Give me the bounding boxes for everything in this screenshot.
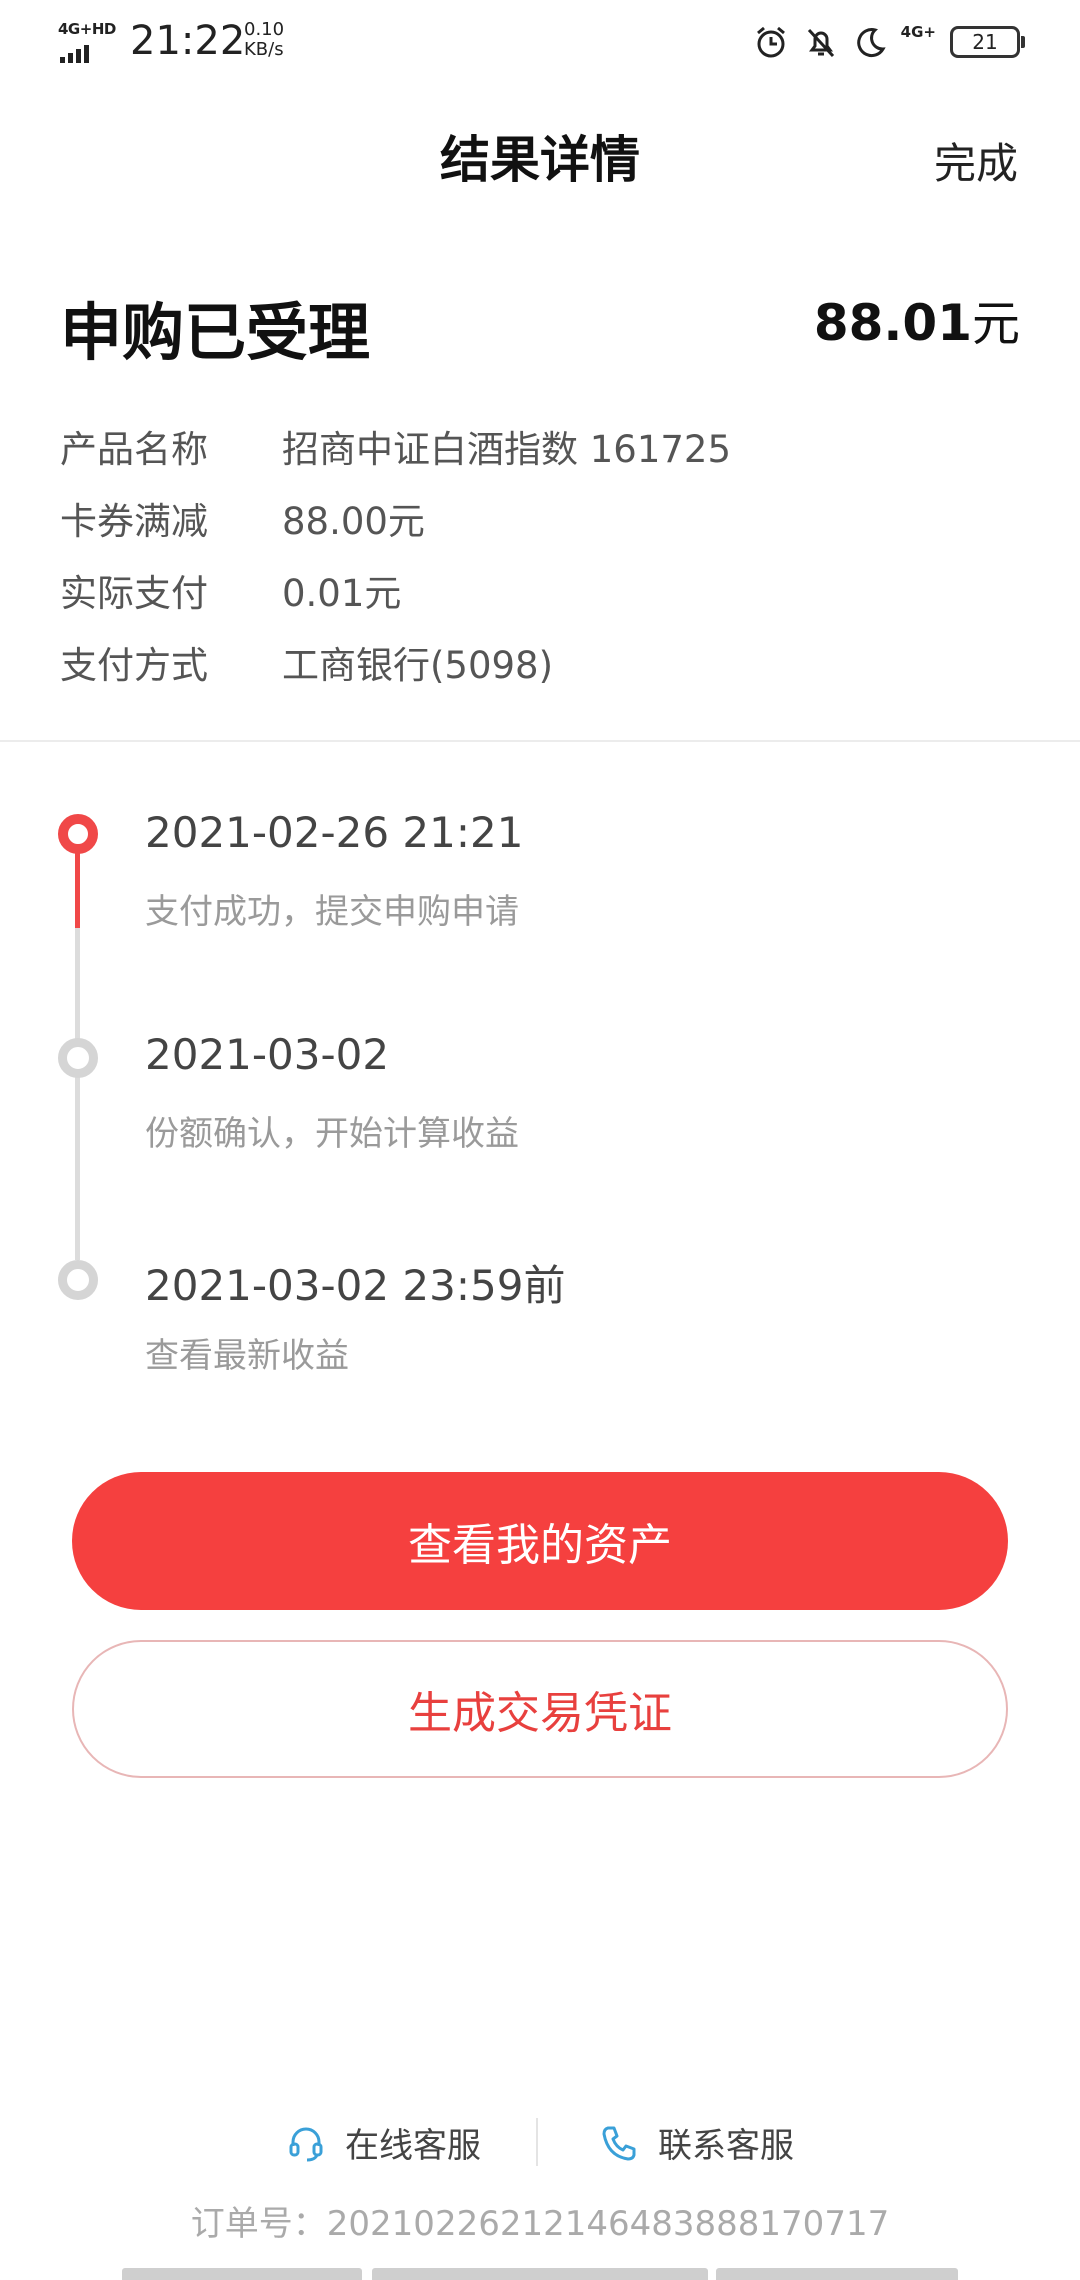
online-service-label: 在线客服 [345, 2126, 481, 2166]
amount-unit: 元 [971, 296, 1020, 352]
network-type: 4G+HD [58, 20, 116, 38]
status-time: 21:22 [130, 18, 246, 64]
order-amount: 88.01元 [814, 284, 1020, 354]
timeline-dot-active [58, 814, 98, 854]
moon-icon [856, 28, 886, 58]
detail-value: 招商中证白酒指数 161725 [282, 428, 732, 471]
headset-icon [289, 2127, 323, 2161]
footer-links: 在线客服 联系客服 [0, 2118, 1080, 2170]
order-details: 产品名称 招商中证白酒指数 161725 卡券满减 88.00元 实际支付 0.… [60, 410, 731, 698]
detail-row-product: 产品名称 招商中证白酒指数 161725 [60, 410, 731, 482]
amount-value: 88.01 [813, 294, 972, 352]
done-button[interactable]: 完成 [934, 130, 1018, 191]
timeline-dot [58, 1260, 98, 1300]
status-bar: 4G+HD 21:22 0.10 KB/s 4G+ 21 [0, 0, 1080, 90]
section-divider [0, 740, 1080, 742]
detail-value: 工商银行(5098) [282, 644, 554, 687]
detail-value: 0.01元 [282, 572, 402, 615]
detail-key: 实际支付 [60, 572, 208, 615]
alarm-icon [756, 26, 785, 58]
phone-icon [602, 2126, 636, 2160]
detail-row-coupon: 卡券满减 88.00元 [60, 482, 731, 554]
page-title: 结果详情 [440, 131, 640, 189]
timeline-desc: 查看最新收益 [145, 1336, 349, 1376]
timeline-desc: 份额确认，开始计算收益 [145, 1114, 519, 1154]
battery-icon: 21 [950, 26, 1025, 58]
order-number: 20210226212146483888170717 [326, 2204, 890, 2244]
order-number-line: 订单号：20210226212146483888170717 [0, 2196, 1080, 2245]
network-speed: 0.10 KB/s [244, 20, 284, 60]
detail-row-paid: 实际支付 0.01元 [60, 554, 731, 626]
signal-icon: 4G+HD [58, 20, 116, 63]
detail-row-payment-method: 支付方式 工商银行(5098) [60, 626, 731, 698]
contact-service-label: 联系客服 [658, 2126, 794, 2166]
status-icons: 4G+ 21 [753, 20, 1025, 64]
mute-bell-icon [807, 28, 834, 58]
detail-key: 支付方式 [60, 644, 208, 687]
timeline-time: 2021-03-02 23:59前 [145, 1261, 566, 1310]
timeline-desc: 支付成功，提交申购申请 [145, 892, 519, 932]
order-status-title: 申购已受理 [60, 296, 371, 369]
footer-divider [536, 2118, 538, 2166]
network-type-2: 4G+ [900, 23, 936, 41]
bottom-bar-segment [716, 2268, 958, 2280]
detail-value: 88.00元 [282, 500, 425, 543]
contact-service-link[interactable]: 联系客服 [598, 2118, 794, 2167]
generate-receipt-button[interactable]: 生成交易凭证 [72, 1640, 1008, 1778]
detail-key: 卡券满减 [60, 500, 208, 543]
timeline-dot [58, 1038, 98, 1078]
order-number-label: 订单号： [190, 2204, 327, 2244]
speed-unit: KB/s [244, 39, 284, 60]
view-assets-button[interactable]: 查看我的资产 [72, 1472, 1008, 1610]
bottom-bar-segment [122, 2268, 362, 2280]
timeline-time: 2021-02-26 21:21 [145, 808, 524, 857]
detail-key: 产品名称 [60, 428, 208, 471]
progress-timeline: 2021-02-26 21:21 支付成功，提交申购申请 2021-03-02 … [0, 780, 1080, 1400]
bottom-bar-segment [372, 2268, 708, 2280]
timeline-line [75, 928, 80, 1260]
online-service-link[interactable]: 在线客服 [285, 2118, 481, 2167]
speed-value: 0.10 [244, 19, 285, 40]
timeline-time: 2021-03-02 [145, 1030, 390, 1079]
